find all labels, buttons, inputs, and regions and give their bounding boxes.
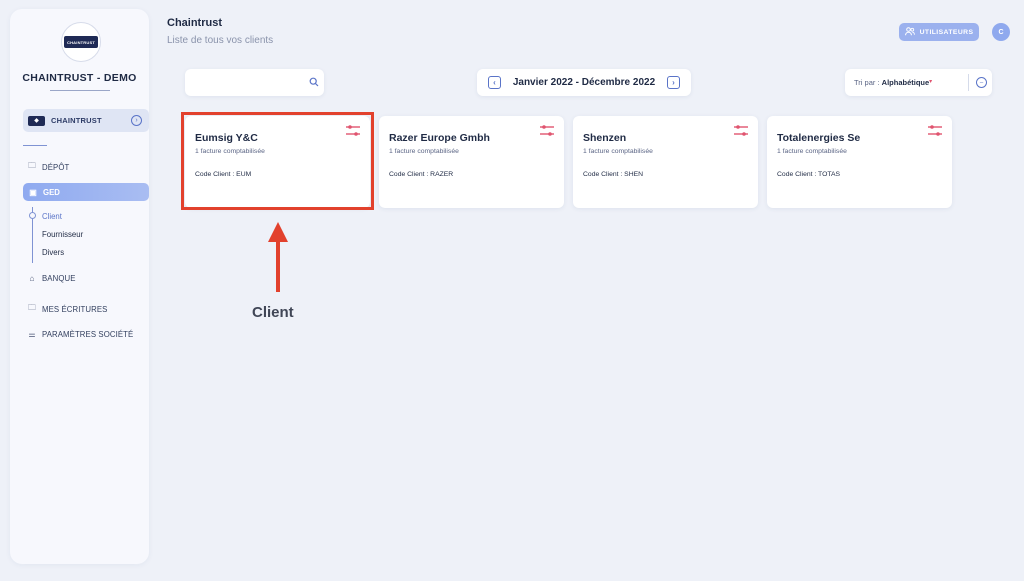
client-code: Code Client : TOTAS xyxy=(777,171,841,178)
company-underline xyxy=(50,90,110,91)
users-button-label: UTILISATEURS xyxy=(919,28,974,36)
client-invoice-count: 1 facture comptabilisée xyxy=(389,148,459,155)
search-input[interactable] xyxy=(185,69,324,96)
client-code: Code Client : SHEN xyxy=(583,171,644,178)
sort-label: Tri par : Alphabétique▾ xyxy=(854,78,932,87)
sort-value: Alphabétique xyxy=(881,78,930,87)
annotation-label: Client xyxy=(252,304,294,321)
sliders-icon: ⚌ xyxy=(28,330,36,339)
sidebar-item-depot[interactable]: 🗀 DÉPÔT xyxy=(27,160,69,174)
settings-sliders-icon[interactable] xyxy=(733,124,749,138)
sort-separator xyxy=(968,74,969,91)
sort-direction-icon[interactable]: – xyxy=(976,77,987,88)
settings-sliders-icon[interactable] xyxy=(539,124,555,138)
bank-icon: ⌂ xyxy=(29,274,35,283)
folder-icon: 🗀 xyxy=(27,303,37,312)
annotation-arrow-icon xyxy=(268,222,288,292)
organization-selector[interactable]: ◆ CHAINTRUST › xyxy=(23,109,149,132)
org-selector-label: CHAINTRUST xyxy=(51,116,102,125)
avatar[interactable]: C xyxy=(992,23,1010,41)
chevron-right-icon[interactable]: › xyxy=(667,76,680,89)
client-name: Razer Europe Gmbh xyxy=(389,132,490,144)
document-icon: ▣ xyxy=(29,187,37,197)
sidebar-item-label: PARAMÈTRES SOCIÉTÉ xyxy=(42,330,134,339)
logo-text: CHAINTRUST xyxy=(64,36,98,48)
highlight-box xyxy=(181,112,374,210)
company-logo: CHAINTRUST xyxy=(61,22,101,62)
client-card[interactable]: Razer Europe Gmbh 1 facture comptabilisé… xyxy=(379,116,564,208)
submenu-active-dot xyxy=(29,212,36,219)
users-button[interactable]: UTILISATEURS xyxy=(899,23,979,41)
caret-icon: ▾ xyxy=(929,79,933,85)
sort-selector[interactable]: Tri par : Alphabétique▾ – xyxy=(845,69,992,96)
users-icon xyxy=(904,26,915,38)
client-name: Shenzen xyxy=(583,132,627,144)
period-selector: ‹ Janvier 2022 - Décembre 2022 › xyxy=(477,69,691,96)
page-title: Chaintrust xyxy=(167,17,222,29)
org-badge-icon: ◆ xyxy=(28,115,45,126)
sidebar-item-mes-ecritures[interactable]: 🗀 MES ÉCRITURES xyxy=(27,302,107,316)
settings-sliders-icon[interactable] xyxy=(927,124,943,138)
sidebar-item-label: BANQUE xyxy=(42,274,76,283)
submenu-item-divers[interactable]: Divers xyxy=(42,248,64,257)
chevron-right-icon[interactable]: › xyxy=(131,115,142,126)
company-name: CHAINTRUST - DEMO xyxy=(22,72,137,84)
submenu-item-fournisseur[interactable]: Fournisseur xyxy=(42,230,83,239)
client-name: Totalenergies Se xyxy=(777,132,861,144)
sidebar-item-label: DÉPÔT xyxy=(42,162,70,172)
sidebar-item-parametres[interactable]: ⚌ PARAMÈTRES SOCIÉTÉ xyxy=(27,330,133,339)
sidebar-item-ged[interactable]: ▣ GED xyxy=(23,183,149,201)
sidebar-item-label: GED xyxy=(43,187,60,197)
sidebar-divider xyxy=(23,145,47,146)
client-card[interactable]: Totalenergies Se 1 facture comptabilisée… xyxy=(767,116,952,208)
search-icon[interactable] xyxy=(309,77,319,90)
sidebar: CHAINTRUST CHAINTRUST - DEMO ◆ CHAINTRUS… xyxy=(10,9,149,564)
page-subtitle: Liste de tous vos clients xyxy=(167,35,274,46)
client-invoice-count: 1 facture comptabilisée xyxy=(583,148,653,155)
period-label: Janvier 2022 - Décembre 2022 xyxy=(512,77,656,88)
client-invoice-count: 1 facture comptabilisée xyxy=(777,148,847,155)
submenu-item-client[interactable]: Client xyxy=(42,212,62,221)
folder-icon: 🗀 xyxy=(27,161,37,170)
sort-prefix: Tri par : xyxy=(854,78,882,87)
sidebar-item-banque[interactable]: ⌂ BANQUE xyxy=(27,274,76,283)
client-card[interactable]: Shenzen 1 facture comptabilisée Code Cli… xyxy=(573,116,758,208)
chevron-left-icon[interactable]: ‹ xyxy=(488,76,501,89)
client-code: Code Client : RAZER xyxy=(389,171,454,178)
sidebar-item-label: MES ÉCRITURES xyxy=(42,304,108,314)
